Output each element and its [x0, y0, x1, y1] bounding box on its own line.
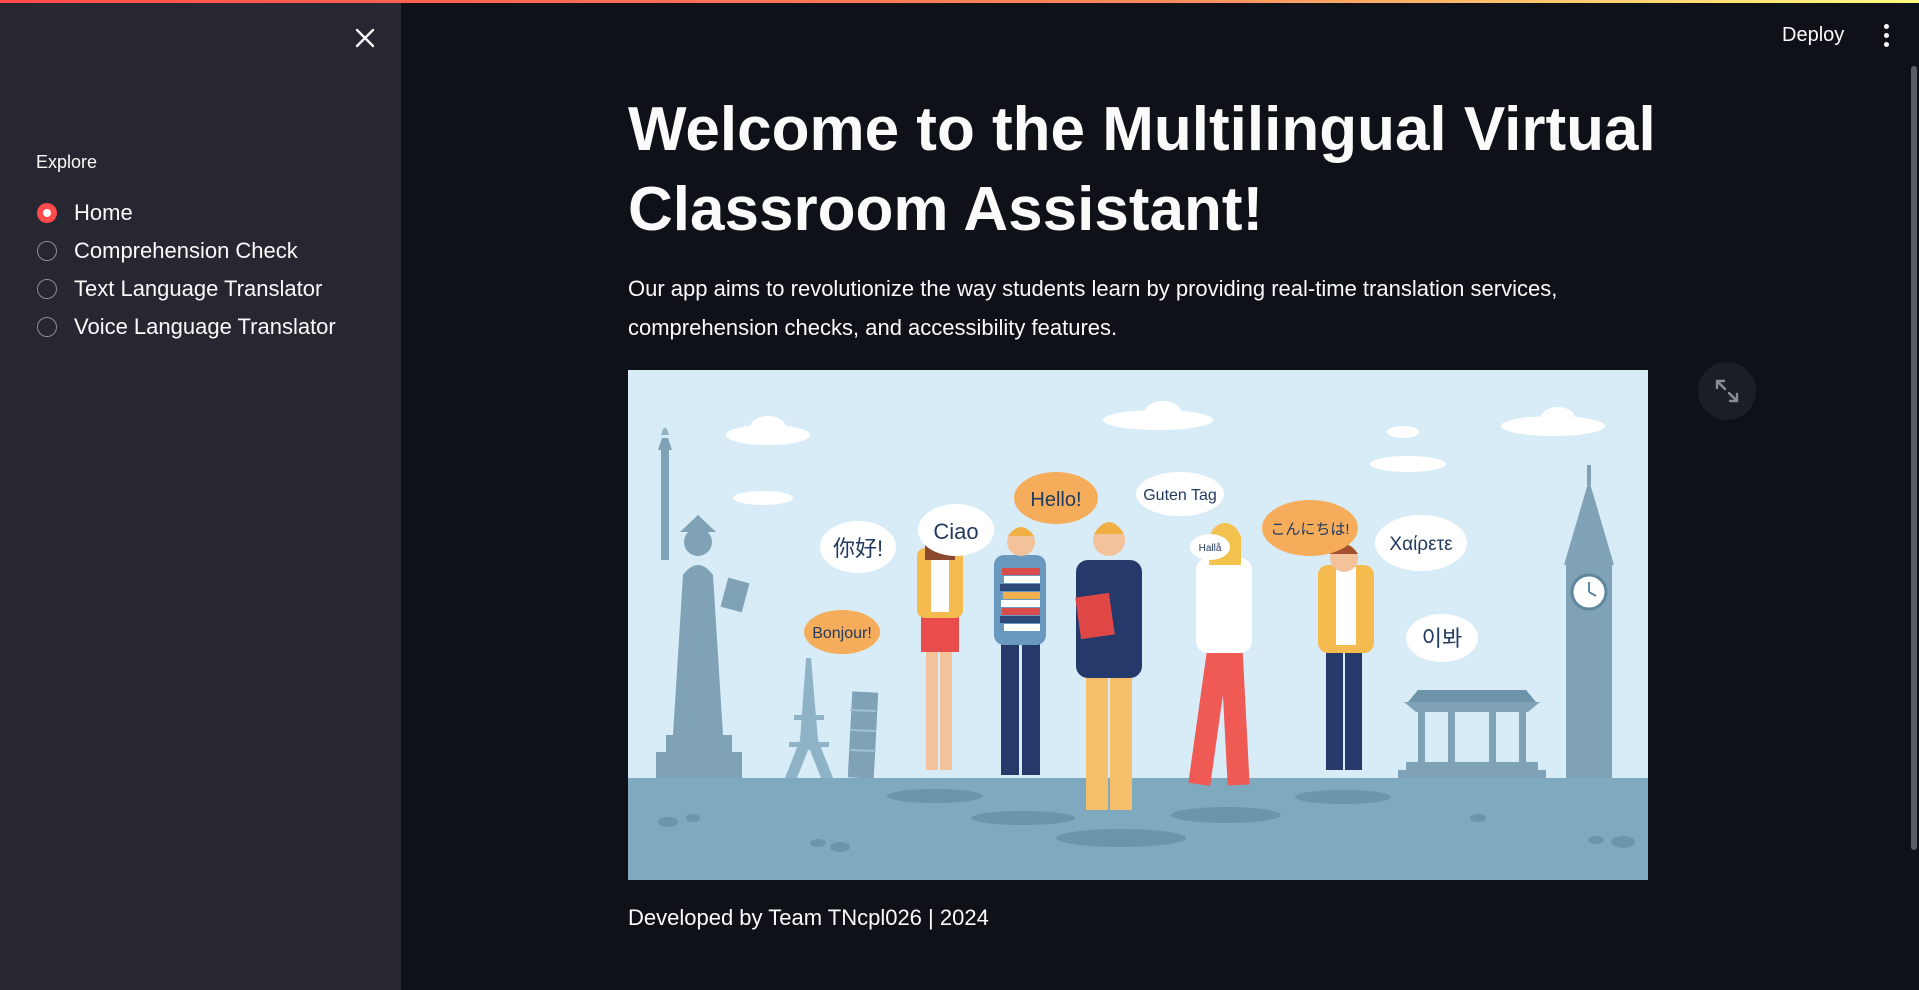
nav-option-label: Home [74, 200, 133, 225]
multilingual-students-illustration: 你好! Ciao Hello! Guten Tag Hallå こんにちは! Χ… [628, 370, 1648, 880]
bubble-text: Hallå [1199, 542, 1222, 554]
scrollbar-thumb[interactable] [1911, 66, 1917, 850]
radio-unselected-icon[interactable] [37, 241, 57, 261]
bubble-text: Guten Tag [1143, 487, 1217, 504]
radio-unselected-icon[interactable] [37, 279, 57, 299]
bubble-text: Χαίρετε [1389, 534, 1453, 555]
nav-option-label: Voice Language Translator [74, 314, 336, 339]
bubble-text: 이봐 [1422, 626, 1462, 651]
leaning-tower-icon [847, 691, 879, 779]
nav-option-label: Text Language Translator [74, 276, 323, 301]
nav-label: Explore [36, 152, 98, 172]
deploy-button[interactable]: Deploy [1770, 18, 1856, 52]
bubble-text: Bonjour! [812, 625, 872, 642]
more-vertical-icon [1883, 23, 1889, 29]
bubble-text: Hello! [1030, 489, 1081, 511]
bubble-text: 你好! [833, 536, 883, 561]
fullscreen-button[interactable] [1698, 362, 1756, 420]
navigation-radio-group: Home Comprehension Check Text Language T… [37, 194, 336, 346]
bubble-text: Ciao [933, 519, 978, 544]
nav-option-comprehension-check[interactable]: Comprehension Check [37, 232, 336, 270]
nav-option-home[interactable]: Home [37, 194, 336, 232]
nav-option-text-translator[interactable]: Text Language Translator [37, 270, 336, 308]
radio-unselected-icon[interactable] [37, 317, 57, 337]
nav-option-label: Comprehension Check [74, 238, 298, 263]
close-sidebar-button[interactable] [349, 22, 381, 54]
sidebar: Explore Home Comprehension Check Text La… [0, 0, 401, 990]
main-menu-button[interactable] [1874, 18, 1898, 52]
nav-option-voice-translator[interactable]: Voice Language Translator [37, 308, 336, 346]
radio-selected-icon[interactable] [37, 203, 57, 223]
intro-paragraph: Our app aims to revolutionize the way st… [628, 276, 1558, 340]
hero-illustration: 你好! Ciao Hello! Guten Tag Hallå こんにちは! Χ… [628, 370, 1648, 880]
header-decoration-bar [0, 0, 1919, 3]
close-icon [355, 28, 375, 48]
expand-icon [1715, 379, 1739, 403]
bubble-text: こんにちは! [1270, 521, 1349, 538]
page-title: Welcome to the Multilingual Virtual Clas… [628, 95, 1656, 244]
footer-text: Developed by Team TNcpl026 | 2024 [628, 905, 989, 930]
